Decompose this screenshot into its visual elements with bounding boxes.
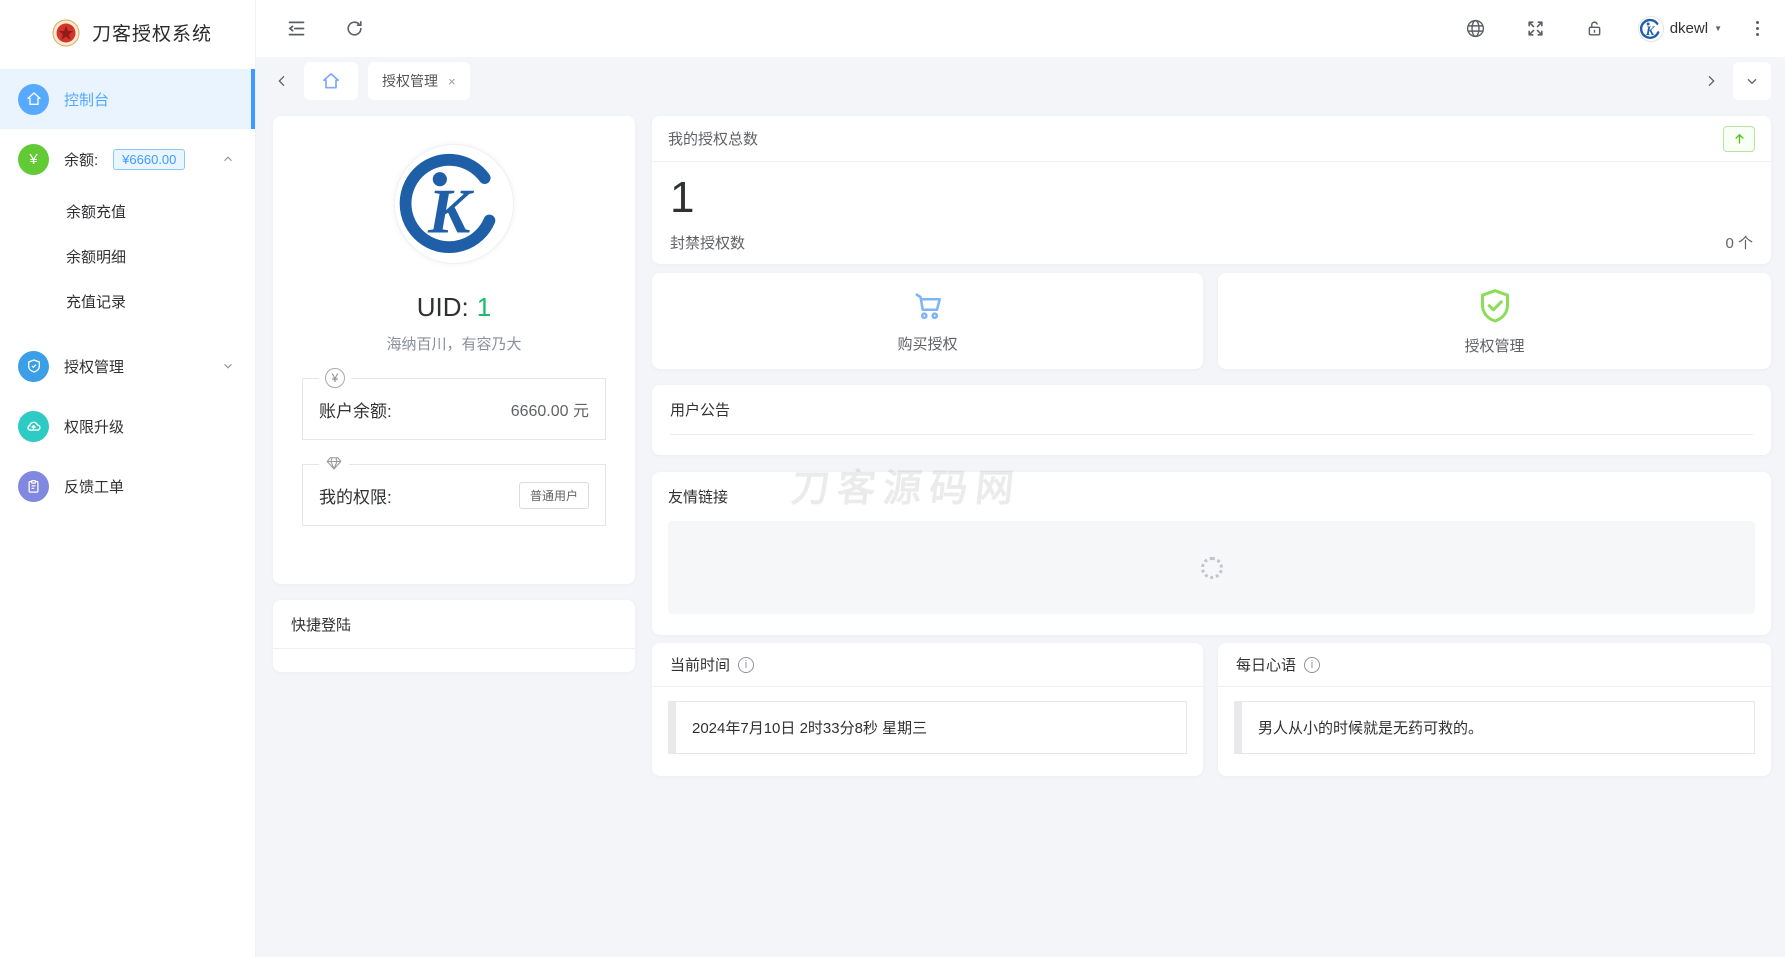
auth-manage-label: 授权管理 bbox=[1464, 335, 1524, 356]
tabbar: 授权管理 × bbox=[256, 57, 1785, 105]
info-icon[interactable]: i bbox=[738, 657, 754, 673]
diamond-icon bbox=[319, 454, 349, 472]
svg-text:K: K bbox=[427, 175, 475, 246]
current-time-value: 2024年7月10日 2时33分8秒 星期三 bbox=[668, 701, 1187, 754]
sidebar-item-label: 授权管理 bbox=[64, 356, 124, 377]
clipboard-icon bbox=[18, 471, 49, 502]
chevron-up-icon bbox=[221, 152, 235, 166]
sidebar-item-label: 余额: bbox=[64, 149, 98, 170]
sidebar-item-upgrade[interactable]: 权限升级 bbox=[0, 396, 255, 456]
divider bbox=[273, 648, 635, 649]
total-auth-value: 1 bbox=[670, 176, 1771, 220]
divider bbox=[670, 434, 1753, 435]
uid-label: UID: bbox=[417, 292, 469, 322]
shield-icon bbox=[18, 351, 49, 382]
lock-icon[interactable] bbox=[1579, 13, 1610, 44]
quick-login-card: 快捷登陆 bbox=[273, 600, 635, 672]
caret-down-icon: ▼ bbox=[1714, 24, 1722, 33]
sidebar-item-recharge-records[interactable]: 充值记录 bbox=[0, 279, 255, 324]
user-motto: 海纳百川，有容乃大 bbox=[273, 333, 635, 354]
app-logo-icon bbox=[52, 19, 80, 47]
collapse-sidebar-button[interactable] bbox=[280, 12, 313, 45]
tab-label: 授权管理 bbox=[382, 71, 438, 91]
yen-circle-icon: ¥ bbox=[319, 368, 351, 388]
main-content: 刀客源码网 K UID:1 海纳百川，有容乃大 ¥ 账户余额: 6660.00 … bbox=[256, 105, 1785, 957]
permission-label: 我的权限: bbox=[319, 483, 392, 508]
announcement-title: 用户公告 bbox=[670, 399, 1753, 420]
sidebar-item-label: 控制台 bbox=[64, 89, 109, 110]
shield-check-icon bbox=[1475, 286, 1515, 326]
loading-spinner-icon bbox=[1201, 557, 1223, 579]
svg-text:K: K bbox=[1644, 22, 1655, 37]
sidebar-item-balance[interactable]: ¥ 余额: ¥6660.00 bbox=[0, 129, 255, 189]
sidebar-menu: 控制台 ¥ 余额: ¥6660.00 余额充值 余额明细 充值记录 授权管理 bbox=[0, 69, 255, 516]
auth-manage-card[interactable]: 授权管理 bbox=[1218, 273, 1771, 369]
tab-auth-manage[interactable]: 授权管理 × bbox=[368, 62, 470, 100]
sidebar-item-label: 反馈工单 bbox=[64, 476, 124, 497]
refresh-icon[interactable] bbox=[339, 13, 370, 44]
tabs-dropdown-icon[interactable] bbox=[1733, 62, 1771, 100]
cloud-upload-icon bbox=[18, 411, 49, 442]
more-options-icon[interactable] bbox=[1750, 15, 1765, 42]
tabs-scroll-left-icon[interactable] bbox=[270, 69, 294, 93]
total-auth-label: 我的授权总数 bbox=[668, 128, 758, 149]
permission-box: 我的权限: 普通用户 bbox=[302, 464, 606, 526]
permission-badge[interactable]: 普通用户 bbox=[519, 482, 589, 509]
avatar: K bbox=[394, 144, 514, 264]
tabs-scroll-right-icon[interactable] bbox=[1699, 69, 1723, 93]
sidebar: 刀客授权系统 控制台 ¥ 余额: ¥6660.00 余额充值 余额明细 充值记录 bbox=[0, 0, 256, 957]
daily-quote-card: 每日心语 i 男人从小的时候就是无药可救的。 bbox=[1218, 643, 1771, 776]
buy-auth-label: 购买授权 bbox=[897, 333, 957, 354]
banned-auth-label: 封禁授权数 bbox=[670, 232, 745, 253]
info-icon[interactable]: i bbox=[1304, 657, 1320, 673]
sidebar-item-console[interactable]: 控制台 bbox=[0, 69, 255, 129]
user-menu[interactable]: K dkewl ▼ bbox=[1638, 16, 1722, 42]
language-globe-icon[interactable] bbox=[1459, 12, 1492, 45]
topbar: K dkewl ▼ bbox=[256, 0, 1785, 57]
uid-value: 1 bbox=[477, 292, 491, 322]
app-logo-row: 刀客授权系统 bbox=[0, 0, 255, 65]
daily-quote-value: 男人从小的时候就是无药可救的。 bbox=[1234, 701, 1755, 754]
sidebar-item-balance-details[interactable]: 余额明细 bbox=[0, 234, 255, 279]
app-title: 刀客授权系统 bbox=[92, 19, 212, 46]
fullscreen-icon[interactable] bbox=[1520, 13, 1551, 44]
links-loading-area bbox=[668, 521, 1755, 614]
username: dkewl bbox=[1670, 20, 1708, 37]
yuan-icon: ¥ bbox=[18, 144, 49, 175]
uid-line: UID: 1 bbox=[273, 292, 635, 323]
sidebar-item-ticket[interactable]: 反馈工单 bbox=[0, 456, 255, 516]
user-avatar: K bbox=[1638, 16, 1664, 42]
current-time-card: 当前时间 i 2024年7月10日 2时33分8秒 星期三 bbox=[652, 643, 1203, 776]
current-time-title: 当前时间 bbox=[670, 654, 730, 675]
chevron-down-icon bbox=[221, 359, 235, 373]
balance-amount-badge: ¥6660.00 bbox=[113, 149, 185, 170]
balance-box: ¥ 账户余额: 6660.00 元 bbox=[302, 378, 606, 440]
announcement-card: 用户公告 bbox=[652, 385, 1771, 455]
home-icon bbox=[18, 84, 49, 115]
sidebar-item-balance-recharge[interactable]: 余额充值 bbox=[0, 189, 255, 234]
sidebar-item-label: 权限升级 bbox=[64, 416, 124, 437]
cart-icon bbox=[910, 288, 946, 324]
banned-auth-value: 0 个 bbox=[1725, 232, 1753, 253]
tab-close-icon[interactable]: × bbox=[448, 74, 456, 89]
tab-home[interactable] bbox=[304, 62, 358, 100]
arrow-up-button[interactable] bbox=[1723, 126, 1755, 152]
friend-links-title: 友情链接 bbox=[668, 486, 1755, 507]
quick-login-title: 快捷登陆 bbox=[291, 614, 617, 635]
buy-auth-card[interactable]: 购买授权 bbox=[652, 273, 1203, 369]
sidebar-item-auth-manage[interactable]: 授权管理 bbox=[0, 336, 255, 396]
friend-links-card: 友情链接 bbox=[652, 472, 1771, 635]
balance-label: 账户余额: bbox=[319, 397, 392, 422]
daily-quote-title: 每日心语 bbox=[1236, 654, 1296, 675]
stats-card: 我的授权总数 1 封禁授权数 0 个 bbox=[652, 116, 1771, 264]
balance-value: 6660.00 元 bbox=[511, 397, 589, 421]
profile-card: K UID: 1 海纳百川，有容乃大 ¥ 账户余额: 6660.00 元 我的权限… bbox=[273, 116, 635, 584]
